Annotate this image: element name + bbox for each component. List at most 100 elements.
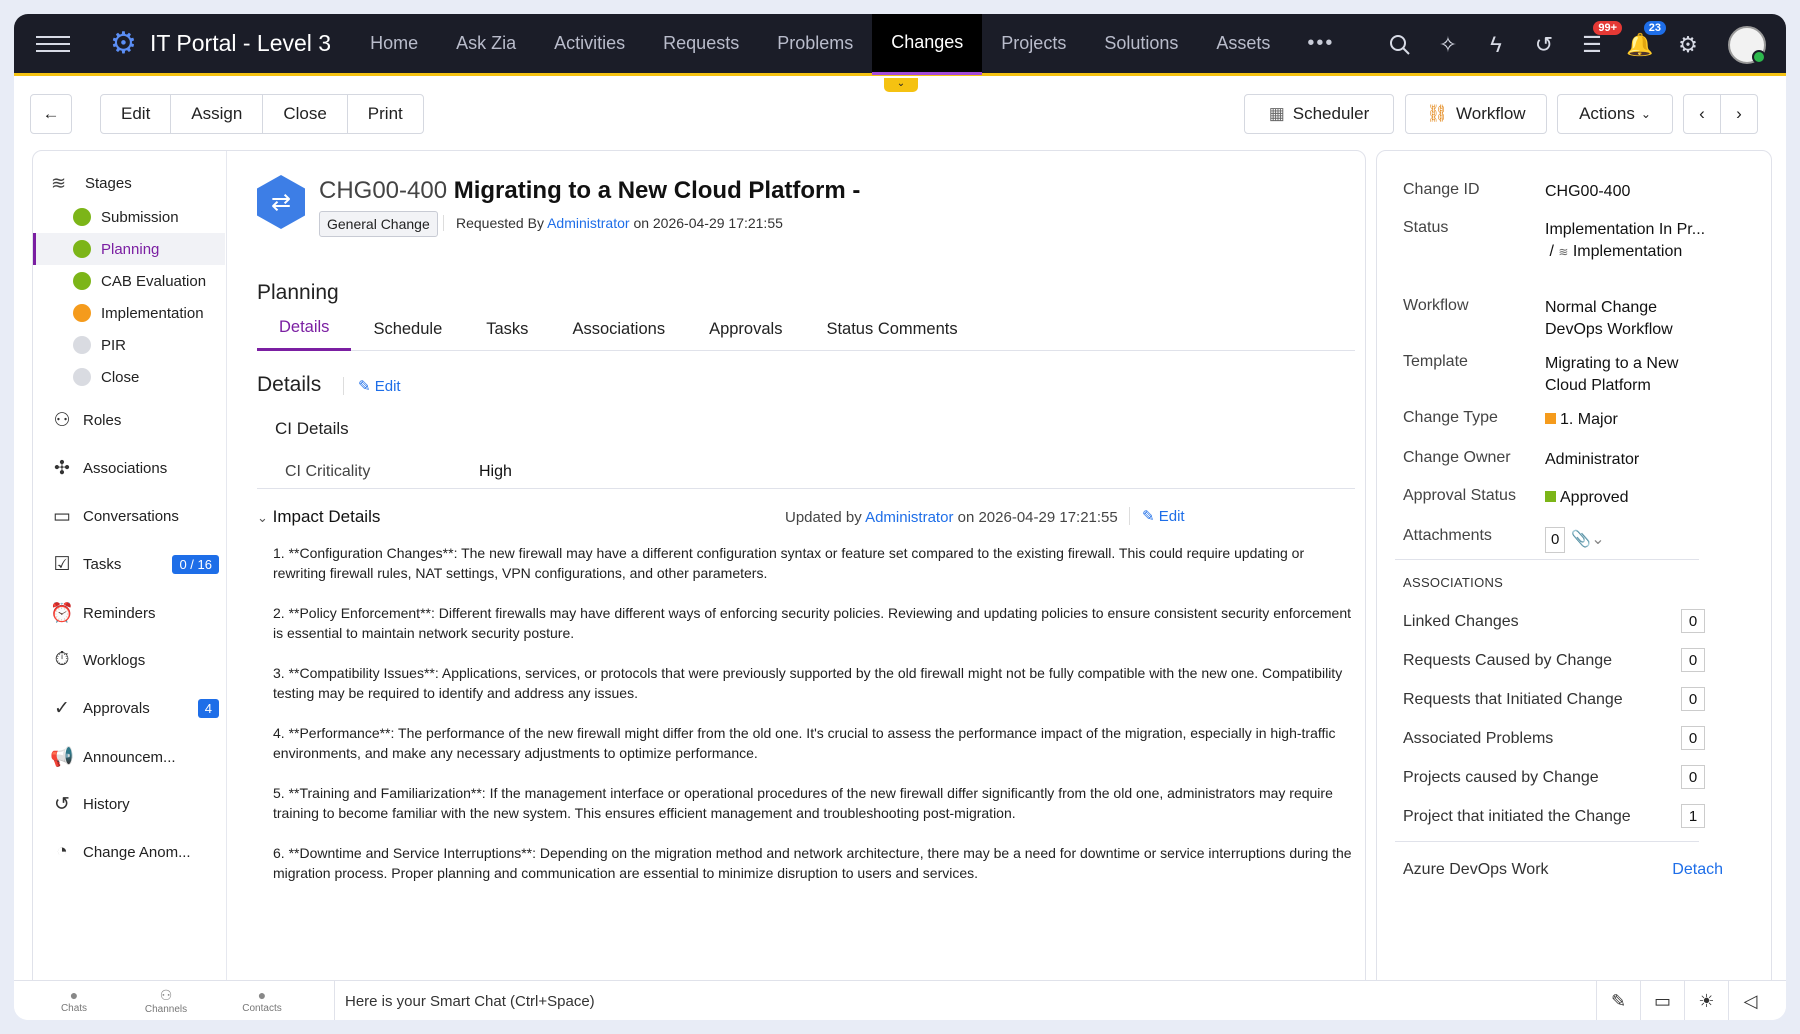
assoc-count: 0 [1681, 726, 1705, 750]
channels-button[interactable]: ⚇ Channels [136, 987, 196, 1015]
impact-edit-link[interactable]: ✎ Edit [1129, 507, 1185, 525]
sidebar-item-announcements[interactable]: 📢 Announcem... [49, 745, 219, 769]
status-value[interactable]: Implementation In Pr... / ≋ Implementati… [1545, 219, 1715, 263]
app-title[interactable]: IT Portal - Level 3 [150, 30, 331, 57]
tab-status-comments[interactable]: Status Comments [804, 307, 979, 351]
stage-implementation[interactable]: Implementation [33, 297, 225, 329]
assoc-projects-caused[interactable]: Projects caused by Change 0 [1403, 765, 1723, 789]
stage-pir[interactable]: PIR [33, 329, 225, 361]
layers-icon: ≋ [1558, 245, 1569, 259]
zia-icon[interactable]: ✧ [1432, 29, 1464, 61]
tab-tasks[interactable]: Tasks [464, 307, 550, 351]
requested-by-label: Requested By [456, 215, 544, 231]
sidebar-item-worklogs[interactable]: ⏱ Worklogs [49, 649, 219, 671]
smart-chat-input[interactable]: Here is your Smart Chat (Ctrl+Space) [334, 981, 1394, 1020]
detach-link[interactable]: Detach [1672, 861, 1723, 879]
impact-details-toggle[interactable]: ⌄ Impact Details [257, 507, 380, 527]
nav-more-icon[interactable]: ••• [1289, 14, 1352, 75]
sidebar-item-approvals[interactable]: ✓ Approvals 4 [49, 697, 219, 720]
nav-projects[interactable]: Projects [982, 14, 1085, 75]
sidebar-item-label: Announcem... [83, 748, 176, 766]
message-icon[interactable]: ▭ [1640, 981, 1684, 1020]
print-button[interactable]: Print [348, 95, 423, 133]
tab-details[interactable]: Details [257, 307, 352, 351]
close-button[interactable]: Close [263, 95, 348, 133]
announce-icon[interactable]: ◁ [1728, 981, 1772, 1020]
contacts-label: Contacts [242, 1003, 282, 1014]
previous-chevron-icon[interactable]: ‹ [1683, 94, 1721, 134]
sidebar-item-roles[interactable]: ⚇ Roles [49, 409, 219, 432]
stage-cab-evaluation[interactable]: CAB Evaluation [33, 265, 225, 297]
workflow-button[interactable]: ⛓ Workflow [1405, 94, 1547, 134]
sidebar-item-label: Change Anom... [83, 843, 191, 861]
edit-button[interactable]: Edit [101, 95, 172, 133]
contacts-button[interactable]: ● Contacts [232, 987, 292, 1014]
nav-activities[interactable]: Activities [535, 14, 644, 75]
sidebar-item-history[interactable]: ↺ History [49, 793, 219, 816]
change-shuffle-icon: ⇄ [257, 175, 305, 229]
paperclip-icon[interactable]: 📎⌄ [1571, 531, 1604, 548]
assoc-linked-changes[interactable]: Linked Changes 0 [1403, 609, 1723, 633]
updated-by-link[interactable]: Administrator [865, 509, 953, 526]
nav-home[interactable]: Home [351, 14, 437, 75]
sidebar-item-conversations[interactable]: ▭ Conversations [49, 505, 219, 528]
approval-status-label: Approval Status [1403, 487, 1516, 504]
sidebar-item-change-anomaly[interactable]: ◔ Change Anom... [49, 841, 219, 863]
impact-details-body: 1. **Configuration Changes**: The new fi… [273, 543, 1353, 903]
change-type-chip: General Change [319, 211, 438, 237]
nav-changes[interactable]: Changes [872, 14, 983, 75]
sidebar-item-label: Worklogs [83, 651, 146, 669]
assoc-requests-initiated[interactable]: Requests that Initiated Change 0 [1403, 687, 1723, 711]
approvals-count-badge: 4 [197, 699, 219, 718]
requester-link[interactable]: Administrator [547, 215, 629, 231]
details-edit-link[interactable]: ✎ Edit [343, 377, 401, 395]
actions-dropdown[interactable]: Actions ⌄ [1557, 94, 1673, 134]
scheduler-button[interactable]: ▦ Scheduler [1244, 94, 1394, 134]
tasks-list-icon[interactable]: ☰ 99+ [1576, 21, 1622, 61]
lightbulb-icon[interactable]: ☀ [1684, 981, 1728, 1020]
workflow-value[interactable]: Normal Change DevOps Workflow [1545, 297, 1715, 341]
user-avatar[interactable] [1728, 26, 1766, 64]
lightning-icon[interactable]: ϟ [1480, 29, 1512, 61]
bell-icon[interactable]: 🔔 23 [1624, 21, 1666, 61]
chats-button[interactable]: ● Chats [44, 987, 104, 1014]
sidebar-item-associations[interactable]: ✣ Associations [49, 457, 219, 480]
workflow-label: Workflow [1456, 104, 1526, 123]
hamburger-menu-icon[interactable] [36, 31, 70, 57]
tab-schedule[interactable]: Schedule [351, 307, 464, 351]
main-nav: Home Ask Zia Activities Requests Problem… [351, 14, 1352, 75]
assoc-problems[interactable]: Associated Problems 0 [1403, 726, 1723, 750]
notes-icon[interactable]: ✎ [1596, 981, 1640, 1020]
stage-label: Planning [101, 240, 160, 258]
approval-text: Approved [1560, 489, 1629, 506]
impact-details-title: Impact Details [272, 507, 381, 526]
tab-approvals[interactable]: Approvals [687, 307, 804, 351]
nav-requests[interactable]: Requests [644, 14, 758, 75]
nav-solutions[interactable]: Solutions [1085, 14, 1197, 75]
assoc-requests-caused[interactable]: Requests Caused by Change 0 [1403, 648, 1723, 672]
sidebar-item-tasks[interactable]: ☑ Tasks 0 / 16 [49, 553, 219, 576]
change-id-value: CHG00-400 [1545, 183, 1631, 200]
details-section-title: Details [257, 373, 322, 396]
assoc-project-initiated[interactable]: Project that initiated the Change 1 [1403, 804, 1723, 828]
nav-problems[interactable]: Problems [758, 14, 872, 75]
back-arrow-icon[interactable]: ← [30, 94, 72, 134]
nav-assets[interactable]: Assets [1197, 14, 1289, 75]
stopwatch-icon: ⏱ [54, 649, 70, 670]
workflow-label: Workflow [1403, 297, 1469, 314]
settings-gear-icon[interactable]: ⚙ [1672, 29, 1704, 61]
nav-ask-zia[interactable]: Ask Zia [437, 14, 535, 75]
assoc-label: Project that initiated the Change [1403, 808, 1631, 825]
stage-planning[interactable]: Planning [33, 233, 225, 265]
tab-associations[interactable]: Associations [550, 307, 687, 351]
history-icon[interactable]: ↺ [1528, 29, 1560, 61]
assign-button[interactable]: Assign [171, 95, 264, 133]
stage-close[interactable]: Close [33, 361, 225, 393]
sidebar-item-reminders[interactable]: ⏰ Reminders [49, 601, 219, 625]
stage-submission[interactable]: Submission [33, 201, 225, 233]
search-icon[interactable] [1384, 29, 1416, 61]
workflow-icon: ⛓ [1426, 104, 1448, 123]
change-type-color-icon [1545, 413, 1556, 424]
next-chevron-icon[interactable]: › [1720, 94, 1758, 134]
chevron-down-icon: ⌄ [1640, 107, 1651, 121]
